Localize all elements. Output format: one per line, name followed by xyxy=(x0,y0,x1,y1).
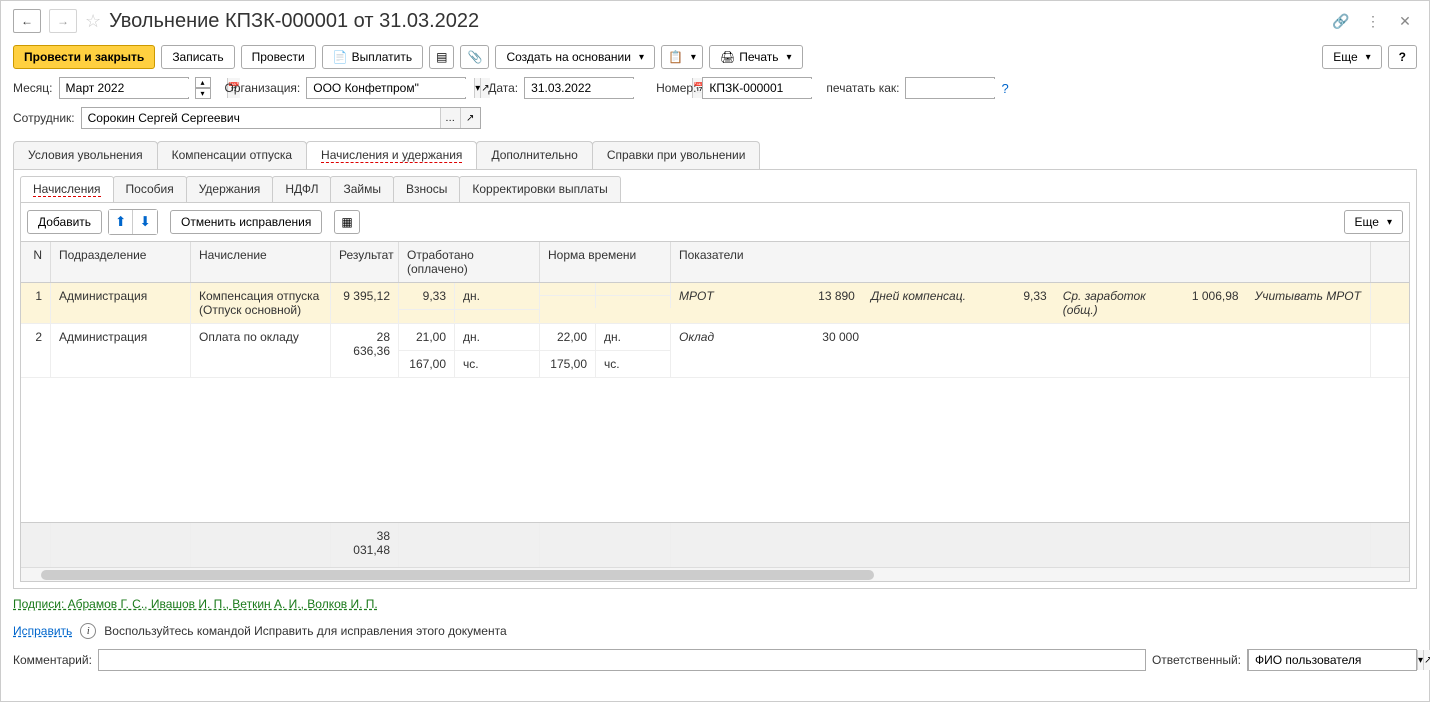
back-button[interactable]: ← xyxy=(13,9,41,33)
month-down[interactable]: ▾ xyxy=(195,88,211,99)
move-down-button[interactable]: ⬇ xyxy=(133,210,157,234)
tab-additional[interactable]: Дополнительно xyxy=(476,141,592,169)
list-icon-button[interactable]: ▤ xyxy=(429,45,454,69)
info-icon: i xyxy=(80,623,96,639)
pay-icon: 📄 xyxy=(333,50,348,64)
sub-tabs: Начисления Пособия Удержания НДФЛ Займы … xyxy=(20,176,1410,203)
print-as-label: печатать как: xyxy=(826,81,899,95)
forward-button[interactable]: → xyxy=(49,9,77,33)
link-icon[interactable]: 🔗 xyxy=(1329,9,1353,33)
org-input[interactable] xyxy=(307,79,474,97)
add-button[interactable]: Добавить xyxy=(27,210,102,234)
subtab-benefits[interactable]: Пособия xyxy=(113,176,187,202)
main-tabs: Условия увольнения Компенсации отпуска Н… xyxy=(13,141,1417,170)
signatures-link[interactable]: Подписи: Абрамов Г. С., Ивашов И. П., Ве… xyxy=(13,597,378,611)
table-row[interactable]: 2 Администрация Оплата по окладу 28 636,… xyxy=(21,324,1409,378)
subtab-corrections[interactable]: Корректировки выплаты xyxy=(459,176,620,202)
responsible-input[interactable] xyxy=(1248,649,1417,671)
employee-open[interactable]: ↗ xyxy=(460,108,480,128)
subtab-accruals[interactable]: Начисления xyxy=(20,176,114,202)
create-based-button[interactable]: Создать на основании xyxy=(495,45,655,69)
subtab-deductions[interactable]: Удержания xyxy=(186,176,274,202)
table-header: N Подразделение Начисление Результат Отр… xyxy=(21,242,1409,283)
month-up[interactable]: ▴ xyxy=(195,77,211,88)
post-close-button[interactable]: Провести и закрыть xyxy=(13,45,155,69)
tab-accruals[interactable]: Начисления и удержания xyxy=(306,141,477,169)
responsible-label: Ответственный: xyxy=(1152,653,1241,667)
subtable-more-button[interactable]: Еще xyxy=(1344,210,1403,234)
print-icon: 🖨 xyxy=(720,50,735,64)
employee-label: Сотрудник: xyxy=(13,111,75,125)
comment-input[interactable] xyxy=(98,649,1146,671)
grid-icon-button[interactable]: ▦ xyxy=(334,210,359,234)
more-button[interactable]: Еще xyxy=(1322,45,1381,69)
attach-icon-button[interactable]: 📎 xyxy=(460,45,489,69)
print-as-input[interactable] xyxy=(906,79,1073,97)
fix-link[interactable]: Исправить xyxy=(13,624,72,638)
subtab-loans[interactable]: Займы xyxy=(330,176,394,202)
post-button[interactable]: Провести xyxy=(241,45,316,69)
print-button[interactable]: 🖨Печать xyxy=(709,45,803,69)
move-up-button[interactable]: ⬆ xyxy=(109,210,133,234)
fix-hint: Воспользуйтесь командой Исправить для ис… xyxy=(104,624,506,638)
comment-label: Комментарий: xyxy=(13,653,92,667)
responsible-open[interactable]: ↗ xyxy=(1423,650,1430,670)
employee-input[interactable] xyxy=(82,109,440,127)
subtab-ndfl[interactable]: НДФЛ xyxy=(272,176,331,202)
close-icon[interactable]: ✕ xyxy=(1393,9,1417,33)
page-title: Увольнение КПЗК-000001 от 31.03.2022 xyxy=(109,10,479,33)
write-button[interactable]: Записать xyxy=(161,45,234,69)
notes-icon-button[interactable]: 📋 xyxy=(661,45,703,69)
horizontal-scrollbar[interactable] xyxy=(21,567,1409,581)
org-label: Организация: xyxy=(225,81,301,95)
subtab-contributions[interactable]: Взносы xyxy=(393,176,460,202)
kebab-icon[interactable]: ⋮ xyxy=(1361,9,1385,33)
month-label: Месяц: xyxy=(13,81,53,95)
tab-compensation[interactable]: Компенсации отпуска xyxy=(157,141,307,169)
cancel-fix-button[interactable]: Отменить исправления xyxy=(170,210,322,234)
number-label: Номер: xyxy=(656,81,696,95)
pay-button[interactable]: 📄Выплатить xyxy=(322,45,423,69)
tab-conditions[interactable]: Условия увольнения xyxy=(13,141,158,169)
table-footer: 38 031,48 xyxy=(21,522,1409,567)
help-button[interactable]: ? xyxy=(1388,45,1417,69)
favorite-icon[interactable]: ☆ xyxy=(85,11,101,32)
employee-select[interactable]: … xyxy=(440,108,460,128)
table-row[interactable]: 1 Администрация Компенсация отпуска (Отп… xyxy=(21,283,1409,324)
date-label: Дата: xyxy=(488,81,518,95)
print-as-help[interactable]: ? xyxy=(1001,81,1008,96)
tab-references[interactable]: Справки при увольнении xyxy=(592,141,761,169)
